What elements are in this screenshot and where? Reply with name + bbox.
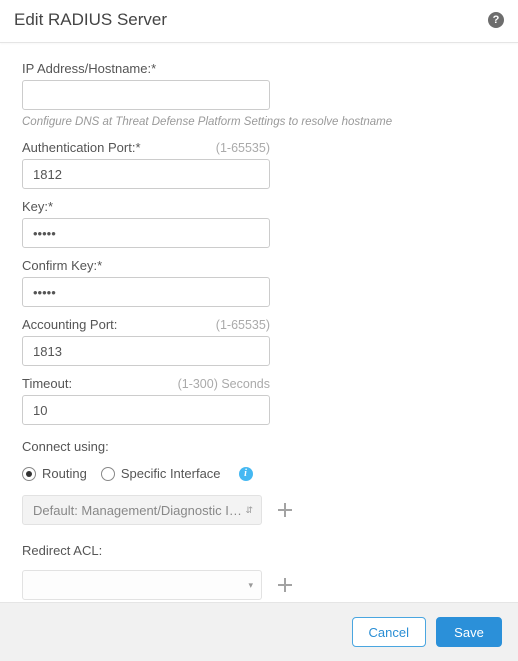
interface-dropdown[interactable]: Default: Management/Diagnostic Interface… — [22, 495, 262, 525]
key-input[interactable] — [22, 218, 270, 248]
timeout-hint: (1-300) Seconds — [178, 377, 270, 391]
row-ip: IP Address/Hostname:* Configure DNS at T… — [22, 61, 496, 128]
timeout-input[interactable] — [22, 395, 270, 425]
auth-port-label: Authentication Port:* — [22, 140, 141, 155]
ip-help-text: Configure DNS at Threat Defense Platform… — [22, 116, 496, 128]
radio-routing[interactable]: Routing — [22, 466, 87, 481]
connect-label: Connect using: — [22, 439, 496, 454]
connect-radio-group: Routing Specific Interface i — [22, 466, 496, 481]
save-button[interactable]: Save — [436, 617, 502, 647]
acct-port-hint: (1-65535) — [216, 318, 270, 332]
redirect-acl-row: ▾ — [22, 570, 496, 600]
interface-dropdown-text: Default: Management/Diagnostic Interface — [33, 503, 245, 518]
row-confirm-key: Confirm Key:* — [22, 258, 496, 307]
radio-routing-label: Routing — [42, 466, 87, 481]
acct-port-label: Accounting Port: — [22, 317, 117, 332]
plus-icon — [278, 503, 292, 517]
redirect-acl-label: Redirect ACL: — [22, 543, 496, 558]
row-acct-port: Accounting Port: (1-65535) — [22, 317, 496, 366]
interface-dropdown-row: Default: Management/Diagnostic Interface… — [22, 495, 496, 525]
add-redirect-acl-button[interactable] — [276, 576, 294, 594]
row-key: Key:* — [22, 199, 496, 248]
ip-label: IP Address/Hostname:* — [22, 61, 156, 76]
chevron-down-icon: ▾ — [248, 580, 253, 591]
ip-input[interactable] — [22, 80, 270, 110]
form-body: IP Address/Hostname:* Configure DNS at T… — [0, 43, 518, 602]
key-label: Key:* — [22, 199, 53, 214]
acct-port-input[interactable] — [22, 336, 270, 366]
radio-specific-label: Specific Interface — [121, 466, 221, 481]
help-icon[interactable]: ? — [488, 12, 504, 28]
add-interface-button[interactable] — [276, 501, 294, 519]
auth-port-input[interactable] — [22, 159, 270, 189]
row-auth-port: Authentication Port:* (1-65535) — [22, 140, 496, 189]
radio-specific-interface[interactable]: Specific Interface — [101, 466, 221, 481]
plus-icon — [278, 578, 292, 592]
dialog-footer: Cancel Save — [0, 602, 518, 661]
dialog-header: Edit RADIUS Server ? — [0, 0, 518, 43]
row-timeout: Timeout: (1-300) Seconds — [22, 376, 496, 425]
chevron-down-icon: ⇵ — [245, 505, 253, 516]
dialog-title: Edit RADIUS Server — [14, 10, 167, 30]
info-icon[interactable]: i — [239, 467, 253, 481]
radio-routing-indicator — [22, 467, 36, 481]
timeout-label: Timeout: — [22, 376, 72, 391]
auth-port-hint: (1-65535) — [216, 141, 270, 155]
redirect-acl-dropdown[interactable]: ▾ — [22, 570, 262, 600]
confirm-key-label: Confirm Key:* — [22, 258, 102, 273]
radio-specific-indicator — [101, 467, 115, 481]
confirm-key-input[interactable] — [22, 277, 270, 307]
cancel-button[interactable]: Cancel — [352, 617, 426, 647]
